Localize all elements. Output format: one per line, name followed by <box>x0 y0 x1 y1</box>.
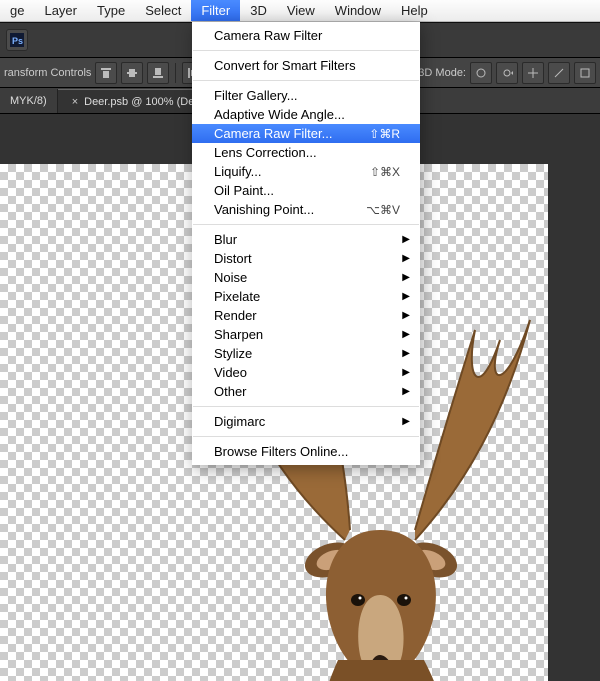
menu-item[interactable]: Oil Paint... <box>192 181 420 200</box>
menu-item[interactable]: Render▶ <box>192 306 420 325</box>
3d-pan-icon[interactable] <box>522 62 544 84</box>
3d-mode-label: 3D Mode: <box>418 67 466 79</box>
submenu-arrow-icon: ▶ <box>402 291 410 302</box>
menu-item[interactable]: Pixelate▶ <box>192 287 420 306</box>
menu-item[interactable]: Blur▶ <box>192 230 420 249</box>
submenu-arrow-icon: ▶ <box>402 310 410 321</box>
menu-item-label: Liquify... <box>214 164 370 179</box>
menu-item[interactable]: Distort▶ <box>192 249 420 268</box>
menu-item[interactable]: Browse Filters Online... <box>192 442 420 461</box>
menu-help[interactable]: Help <box>391 0 438 21</box>
submenu-arrow-icon: ▶ <box>402 416 410 427</box>
menu-3d[interactable]: 3D <box>240 0 277 21</box>
menu-separator <box>193 406 419 407</box>
menu-item[interactable]: Digimarc▶ <box>192 412 420 431</box>
tab-label: MYK/8) <box>10 95 47 107</box>
menu-item-shortcut: ⇧⌘X <box>370 165 400 179</box>
menu-item[interactable]: Noise▶ <box>192 268 420 287</box>
menu-item-label: Adaptive Wide Angle... <box>214 107 400 122</box>
menu-item-label: Filter Gallery... <box>214 88 400 103</box>
menu-select[interactable]: Select <box>135 0 191 21</box>
menu-layer[interactable]: Layer <box>34 0 87 21</box>
menu-item-shortcut: ⌥⌘V <box>366 203 400 217</box>
os-menubar: ge Layer Type Select Filter 3D View Wind… <box>0 0 600 22</box>
divider <box>175 63 176 83</box>
menu-item-label: Vanishing Point... <box>214 202 366 217</box>
menu-item[interactable]: Camera Raw Filter...⇧⌘R <box>192 124 420 143</box>
menu-item-label: Video <box>214 365 400 380</box>
menu-item-label: Digimarc <box>214 414 400 429</box>
submenu-arrow-icon: ▶ <box>402 272 410 283</box>
menu-item[interactable]: Convert for Smart Filters <box>192 56 420 75</box>
menu-filter[interactable]: Filter <box>191 0 240 21</box>
ps-logo-icon[interactable]: Ps <box>6 29 28 51</box>
3d-scale-icon[interactable] <box>574 62 596 84</box>
transform-controls-label: ransform Controls <box>4 67 91 79</box>
svg-text:Ps: Ps <box>12 36 23 46</box>
3d-slide-icon[interactable] <box>548 62 570 84</box>
menu-item-label: Camera Raw Filter <box>214 28 400 43</box>
menu-separator <box>193 224 419 225</box>
submenu-arrow-icon: ▶ <box>402 348 410 359</box>
submenu-arrow-icon: ▶ <box>402 253 410 264</box>
menu-item[interactable]: Video▶ <box>192 363 420 382</box>
menu-item-label: Distort <box>214 251 400 266</box>
filter-menu-popup: Camera Raw Filter Convert for Smart Filte… <box>192 22 420 465</box>
align-top-icon[interactable] <box>95 62 117 84</box>
menu-item-shortcut: ⇧⌘R <box>369 127 400 141</box>
menu-view[interactable]: View <box>277 0 325 21</box>
menu-item[interactable]: Stylize▶ <box>192 344 420 363</box>
menu-item-label: Oil Paint... <box>214 183 400 198</box>
menu-item-label: Other <box>214 384 400 399</box>
submenu-arrow-icon: ▶ <box>402 234 410 245</box>
menu-item-label: Pixelate <box>214 289 400 304</box>
document-tab[interactable]: MYK/8) <box>0 89 58 113</box>
menu-separator <box>193 80 419 81</box>
menu-item-label: Blur <box>214 232 400 247</box>
menu-item-label: Convert for Smart Filters <box>214 58 400 73</box>
menu-item[interactable]: Camera Raw Filter <box>192 26 420 45</box>
submenu-arrow-icon: ▶ <box>402 386 410 397</box>
menu-separator <box>193 436 419 437</box>
menu-item-label: Sharpen <box>214 327 400 342</box>
menu-window[interactable]: Window <box>325 0 391 21</box>
menu-item-label: Lens Correction... <box>214 145 400 160</box>
tab-label: Deer.psb @ 100% (Deer, <box>84 96 206 108</box>
3d-orbit-icon[interactable] <box>470 62 492 84</box>
menu-item-label: Render <box>214 308 400 323</box>
menu-item-label: Camera Raw Filter... <box>214 126 369 141</box>
close-icon[interactable]: × <box>72 96 78 108</box>
menu-item[interactable]: Lens Correction... <box>192 143 420 162</box>
menu-item[interactable]: Liquify...⇧⌘X <box>192 162 420 181</box>
3d-roll-icon[interactable] <box>496 62 518 84</box>
align-vcenter-icon[interactable] <box>121 62 143 84</box>
menu-item[interactable]: Vanishing Point...⌥⌘V <box>192 200 420 219</box>
menu-item[interactable]: Filter Gallery... <box>192 86 420 105</box>
menu-item-label: Browse Filters Online... <box>214 444 400 459</box>
menu-item-label: Noise <box>214 270 400 285</box>
menu-item-label: Stylize <box>214 346 400 361</box>
menu-type[interactable]: Type <box>87 0 135 21</box>
menu-image[interactable]: ge <box>0 0 34 21</box>
menu-item[interactable]: Sharpen▶ <box>192 325 420 344</box>
submenu-arrow-icon: ▶ <box>402 367 410 378</box>
menu-item[interactable]: Adaptive Wide Angle... <box>192 105 420 124</box>
menu-separator <box>193 50 419 51</box>
menu-item[interactable]: Other▶ <box>192 382 420 401</box>
submenu-arrow-icon: ▶ <box>402 329 410 340</box>
align-bottom-icon[interactable] <box>147 62 169 84</box>
